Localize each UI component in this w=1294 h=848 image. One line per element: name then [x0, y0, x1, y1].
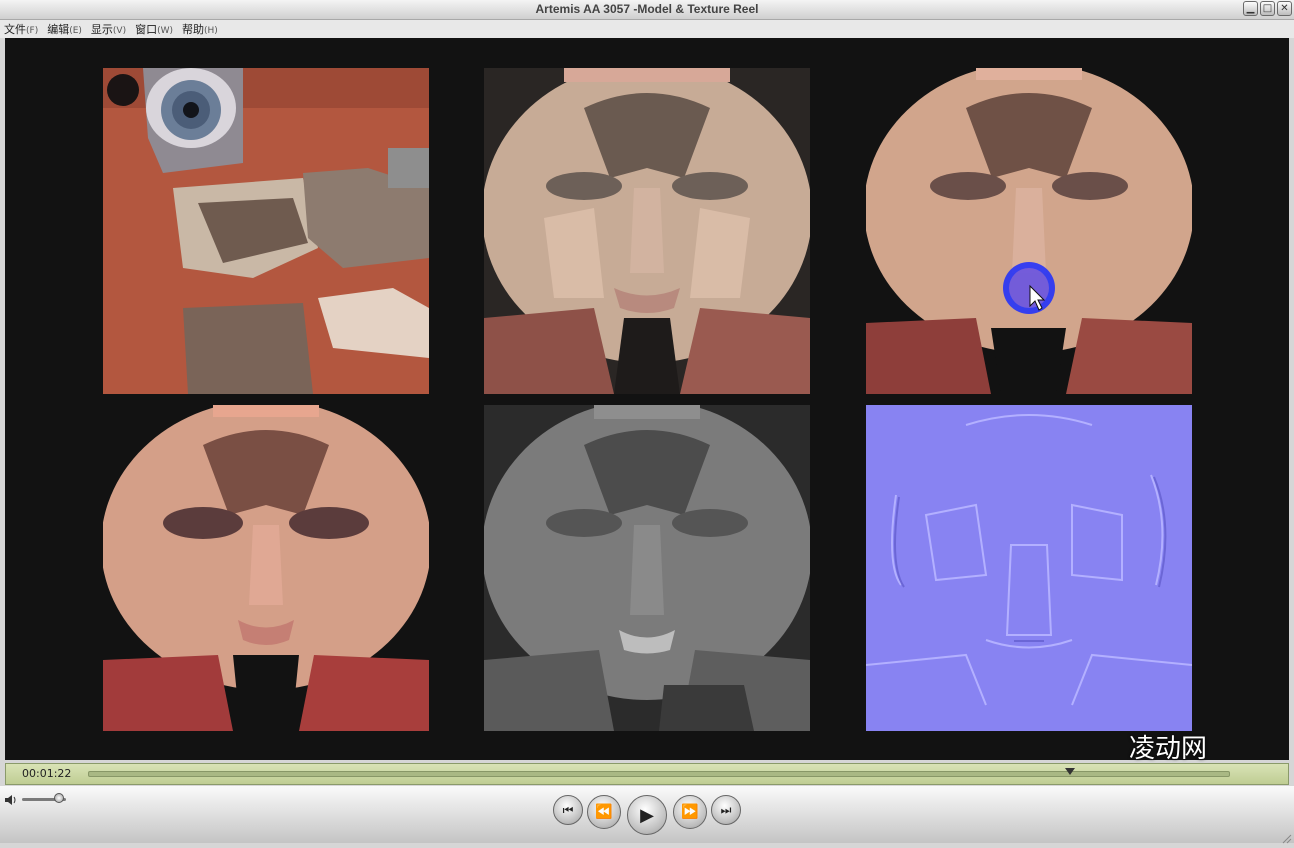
face-grayscale-texture-tile	[484, 405, 810, 731]
title-bar: Artemis AA 3057 -Model & Texture Reel ▁ …	[0, 0, 1294, 20]
previous-button[interactable]: ⏮	[553, 795, 583, 825]
resize-grip-icon[interactable]	[1280, 829, 1292, 844]
maximize-button[interactable]: □	[1260, 1, 1275, 16]
minimize-button[interactable]: ▁	[1243, 1, 1258, 16]
rewind-icon: ⏪	[595, 804, 613, 820]
video-frame[interactable]: 凌动网	[5, 38, 1289, 764]
window-title: Artemis AA 3057 -Model & Texture Reel	[535, 2, 759, 16]
fast-forward-icon: ⏩	[681, 804, 699, 820]
menu-window[interactable]: 窗口(W)	[131, 21, 178, 37]
player-controls: ⏮ ⏪ ▶ ⏩ ⏭	[0, 786, 1294, 844]
play-icon: ▶	[640, 804, 654, 826]
menu-file[interactable]: 文件(F)	[0, 21, 43, 37]
playhead-marker[interactable]	[1065, 768, 1076, 775]
menu-bar: 文件(F) 编辑(E) 显示(V) 窗口(W) 帮助(H)	[0, 20, 1294, 38]
face-paint-texture-tile	[866, 68, 1192, 394]
next-icon: ⏭	[720, 802, 732, 817]
face-normal-map-tile	[866, 405, 1192, 731]
watermark-text: 凌动网	[1129, 734, 1208, 764]
next-button[interactable]: ⏭	[711, 795, 741, 825]
timeline-bar[interactable]: 00:01:22	[5, 763, 1289, 785]
menu-view[interactable]: 显示(V)	[87, 21, 131, 37]
close-button[interactable]: ✕	[1277, 1, 1292, 16]
timeline-track[interactable]	[88, 771, 1230, 777]
volume-knob[interactable]	[54, 793, 65, 803]
previous-icon: ⏮	[562, 802, 574, 817]
window-controls: ▁ □ ✕	[1243, 1, 1292, 16]
play-button[interactable]: ▶	[627, 795, 667, 835]
timecode-display: 00:01:22	[22, 767, 72, 780]
face-makeup-texture-tile	[103, 405, 429, 731]
eye-skin-texture-tile	[103, 68, 429, 394]
menu-edit[interactable]: 编辑(E)	[43, 21, 87, 37]
menu-help[interactable]: 帮助(H)	[178, 21, 223, 37]
rewind-button[interactable]: ⏪	[587, 795, 621, 829]
face-color-texture-tile	[484, 68, 810, 394]
speaker-icon	[4, 794, 18, 809]
fast-forward-button[interactable]: ⏩	[673, 795, 707, 829]
